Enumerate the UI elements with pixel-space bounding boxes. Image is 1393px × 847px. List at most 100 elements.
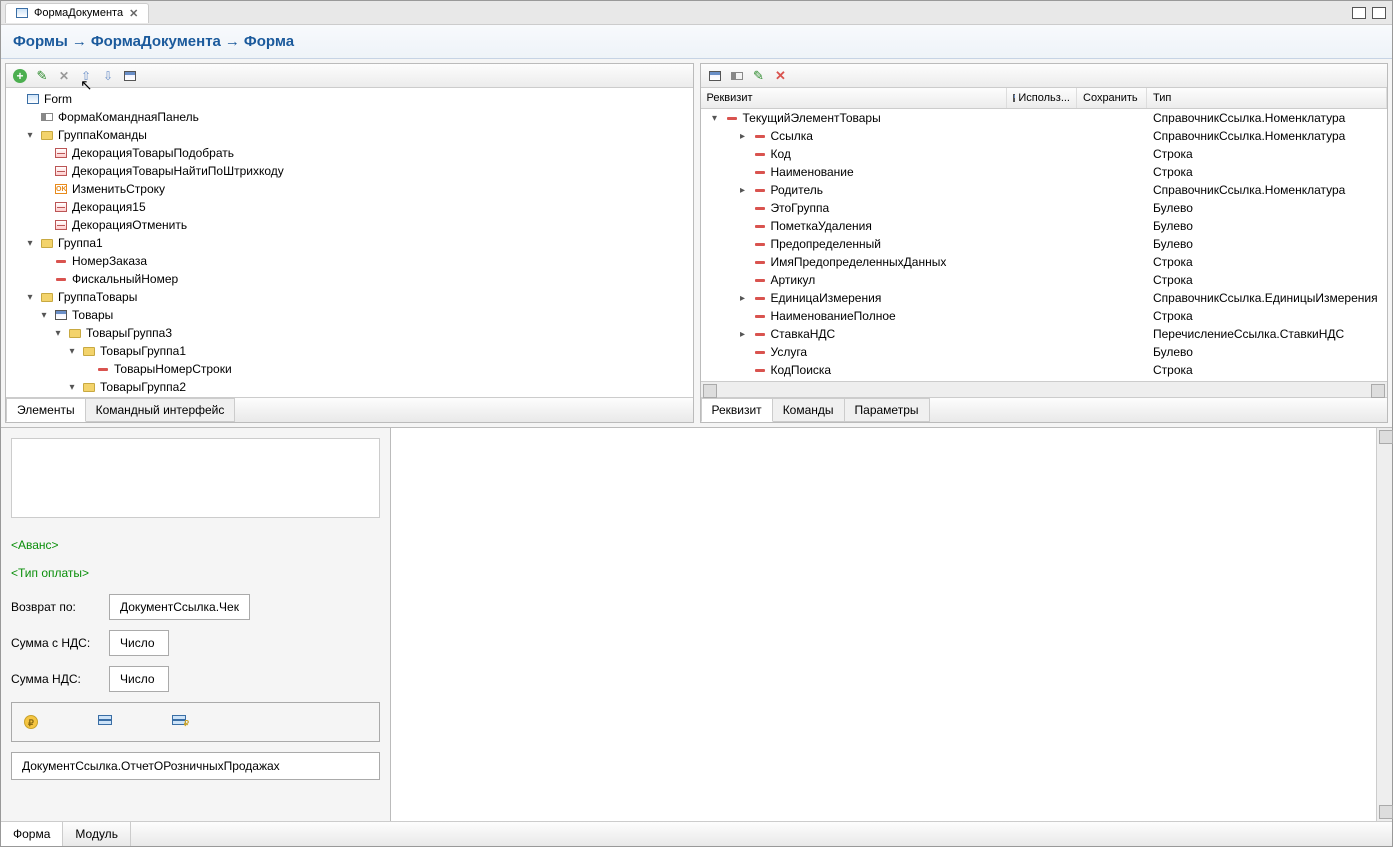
attr-row[interactable]: ▸АртикулСтрока — [701, 271, 1388, 289]
attr-name: Код — [771, 147, 791, 161]
tree-item[interactable]: ▾ГруппаКоманды — [6, 126, 693, 144]
attributes-pane: ✎ ✕ Реквизит Использ... Сохранить Тип ▾Т… — [700, 63, 1389, 423]
tree-item[interactable]: ▸OKИзменитьСтроку — [6, 180, 693, 198]
tree-item[interactable]: ▸ТоварыНомерСтроки — [6, 360, 693, 378]
attr-row[interactable]: ▸СсылкаСправочникСсылка.Номенклатура — [701, 127, 1388, 145]
add-attr-button[interactable] — [707, 68, 723, 84]
expander-icon[interactable]: ▾ — [24, 130, 36, 141]
breadcrumb-part[interactable]: ФормаДокумента — [91, 33, 221, 50]
attr-row[interactable]: ▸КодСтрока — [701, 145, 1388, 163]
tab-form[interactable]: Форма — [1, 822, 63, 846]
close-icon[interactable]: ✕ — [129, 7, 138, 20]
avans-placeholder[interactable]: <Аванс> — [11, 538, 380, 552]
attr-icon — [755, 315, 765, 318]
delete-attr-button[interactable]: ✕ — [773, 68, 789, 84]
move-down-button[interactable]: ⇩ — [100, 68, 116, 84]
expander-icon[interactable]: ▾ — [52, 328, 64, 339]
tree-item[interactable]: ▾Товары — [6, 306, 693, 324]
tree-item[interactable]: ▾ТоварыГруппа3 — [6, 324, 693, 342]
tree-item[interactable]: ▾ТоварыГруппа2 — [6, 378, 693, 396]
editor-tab[interactable]: ФормаДокумента ✕ — [5, 3, 149, 23]
tree-item[interactable]: ▾ГруппаТовары — [6, 288, 693, 306]
nds-field[interactable]: Число — [109, 666, 169, 692]
attr-name: ЭтоГруппа — [771, 201, 830, 215]
tree-item[interactable]: ▸ДекорацияТоварыПодобрать — [6, 144, 693, 162]
add-button[interactable]: + — [12, 68, 28, 84]
tree-item[interactable]: ▸Декорация15 — [6, 198, 693, 216]
expander-icon[interactable]: ▾ — [38, 310, 50, 321]
return-field[interactable]: ДокументСсылка.Чек — [109, 594, 250, 620]
copy-button[interactable] — [729, 68, 745, 84]
attr-row[interactable]: ▸НаименованиеПолноеСтрока — [701, 307, 1388, 325]
delete-button[interactable]: ✕ — [56, 68, 72, 84]
dash-icon — [53, 253, 69, 269]
attr-row[interactable]: ▸ПометкаУдаленияБулево — [701, 217, 1388, 235]
tree-item[interactable]: ▸ДекорацияОтменить — [6, 216, 693, 234]
attributes-toolbar: ✎ ✕ — [701, 64, 1388, 88]
attr-type: Строка — [1147, 255, 1387, 269]
sum-nds-field[interactable]: Число — [109, 630, 169, 656]
card-icon[interactable] — [98, 715, 112, 725]
attr-type: Булево — [1147, 201, 1387, 215]
grid-button[interactable] — [122, 68, 138, 84]
attr-icon — [755, 135, 765, 138]
edit-button[interactable]: ✎ — [34, 68, 50, 84]
attr-row[interactable]: ▸РодительСправочникСсылка.Номенклатура — [701, 181, 1388, 199]
breadcrumb-part[interactable]: Формы — [13, 33, 68, 50]
expander-icon[interactable]: ▸ — [737, 131, 749, 142]
attr-row[interactable]: ▸УслугаБулево — [701, 343, 1388, 361]
v-scrollbar[interactable] — [1376, 428, 1392, 821]
col-use[interactable]: Использ... — [1007, 88, 1077, 108]
tree-item-label: ТоварыГруппа1 — [100, 344, 186, 358]
tip-oplaty-placeholder[interactable]: <Тип оплаты> — [11, 566, 380, 580]
tree-item[interactable]: ▸Form — [6, 90, 693, 108]
attr-row[interactable]: ▸ИмяПредопределенныхДанныхСтрока — [701, 253, 1388, 271]
expander-icon[interactable]: ▾ — [66, 346, 78, 357]
col-save[interactable]: Сохранить — [1077, 88, 1147, 108]
tree-item[interactable]: ▸ДекорацияТоварыНайтиПоШтрихкоду — [6, 162, 693, 180]
tree-item[interactable]: ▸ФискальныйНомер — [6, 270, 693, 288]
minimize-button[interactable] — [1352, 7, 1366, 19]
attributes-table[interactable]: ▾ТекущийЭлементТоварыСправочникСсылка.Но… — [701, 109, 1388, 381]
expander-icon[interactable]: ▸ — [737, 293, 749, 304]
move-up-button[interactable]: ⇧ — [78, 68, 94, 84]
expander-icon[interactable]: ▸ — [737, 185, 749, 196]
report-field[interactable]: ДокументСсылка.ОтчетОРозничныхПродажах — [11, 752, 380, 780]
tree-item[interactable]: ▸ФормаКоманднаяПанель — [6, 108, 693, 126]
deco-icon — [53, 199, 69, 215]
tab-parameters[interactable]: Параметры — [845, 398, 930, 422]
h-scrollbar[interactable] — [701, 381, 1388, 397]
maximize-button[interactable] — [1372, 7, 1386, 19]
preview-area: <Аванс> <Тип оплаты> Возврат по: Докумен… — [1, 427, 1392, 821]
attr-row[interactable]: ▸ПредопределенныйБулево — [701, 235, 1388, 253]
attr-row[interactable]: ▸КодПоискаСтрока — [701, 361, 1388, 379]
tab-module[interactable]: Модуль — [63, 822, 131, 846]
tab-elements[interactable]: Элементы — [6, 398, 86, 422]
elements-tree[interactable]: ▸Form▸ФормаКоманднаяПанель▾ГруппаКоманды… — [6, 88, 693, 397]
attr-row[interactable]: ▾ТекущийЭлементТоварыСправочникСсылка.Но… — [701, 109, 1388, 127]
attr-row[interactable]: ▸СтавкаНДСПеречислениеСсылка.СтавкиНДС — [701, 325, 1388, 343]
expander-icon[interactable]: ▾ — [24, 238, 36, 249]
expander-icon[interactable]: ▾ — [24, 292, 36, 303]
expander-icon[interactable]: ▾ — [709, 113, 721, 124]
attr-row[interactable]: ▸ЕдиницаИзмеренияСправочникСсылка.Единиц… — [701, 289, 1388, 307]
col-name[interactable]: Реквизит — [701, 88, 1008, 108]
attr-row[interactable]: ▸НаименованиеСтрока — [701, 163, 1388, 181]
tab-command-interface[interactable]: Командный интерфейс — [86, 398, 236, 422]
breadcrumb-part[interactable]: Форма — [244, 33, 294, 50]
ruble-icon[interactable]: ₽ — [24, 715, 38, 729]
attr-row[interactable]: ▸ЭтоГруппаБулево — [701, 199, 1388, 217]
card-ruble-icon[interactable] — [172, 715, 186, 725]
attr-header: Реквизит Использ... Сохранить Тип — [701, 88, 1388, 109]
tree-item[interactable]: ▾ ТоварыГруппа1 — [6, 342, 693, 360]
expander-icon[interactable]: ▾ — [66, 382, 78, 393]
tab-rekvizit[interactable]: Реквизит — [701, 398, 773, 422]
attr-type: СправочникСсылка.Номенклатура — [1147, 129, 1387, 143]
col-type[interactable]: Тип — [1147, 88, 1387, 108]
tree-item[interactable]: ▸НомерЗаказа — [6, 252, 693, 270]
tab-commands[interactable]: Команды — [773, 398, 845, 422]
table-icon — [53, 307, 69, 323]
edit-attr-button[interactable]: ✎ — [751, 68, 767, 84]
expander-icon[interactable]: ▸ — [737, 329, 749, 340]
tree-item[interactable]: ▾Группа1 — [6, 234, 693, 252]
